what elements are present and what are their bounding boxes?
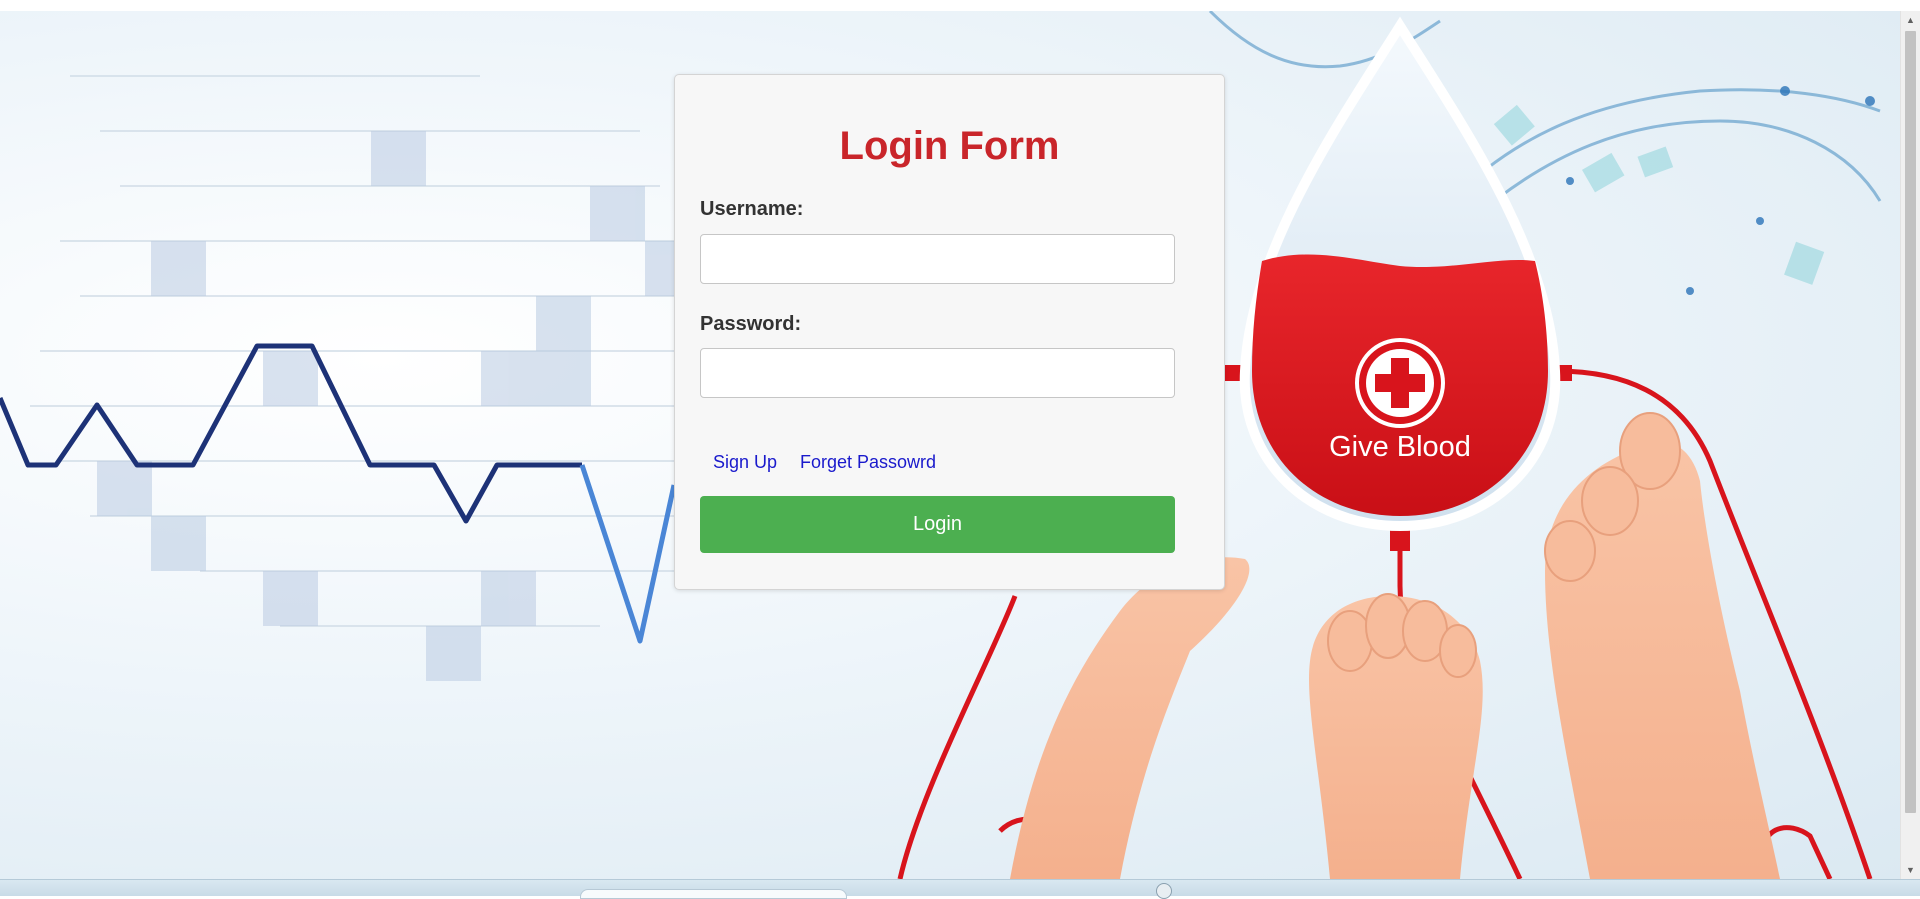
scroll-thumb[interactable] (1905, 31, 1916, 813)
username-label: Username: (700, 198, 804, 220)
medical-cross-icon (1355, 338, 1445, 428)
username-input[interactable] (700, 234, 1175, 284)
scroll-up-arrow-icon[interactable]: ▲ (1901, 11, 1920, 29)
password-input[interactable] (700, 348, 1175, 398)
login-button[interactable]: Login (700, 496, 1175, 553)
taskbar-app-icon[interactable] (1156, 883, 1172, 899)
give-blood-text: Give Blood (1329, 431, 1471, 463)
sign-up-link[interactable]: Sign Up (713, 452, 777, 473)
taskbar-window-tab[interactable] (580, 889, 847, 899)
taskbar (0, 879, 1920, 899)
login-form: Login Form Username: Password: Sign Up F… (674, 74, 1225, 590)
scroll-down-arrow-icon[interactable]: ▼ (1901, 861, 1920, 879)
password-label: Password: (700, 313, 802, 335)
vertical-scrollbar[interactable]: ▲ ▼ (1900, 11, 1920, 879)
forget-password-link[interactable]: Forget Passowrd (800, 452, 936, 473)
form-title: Login Form (839, 124, 1060, 168)
